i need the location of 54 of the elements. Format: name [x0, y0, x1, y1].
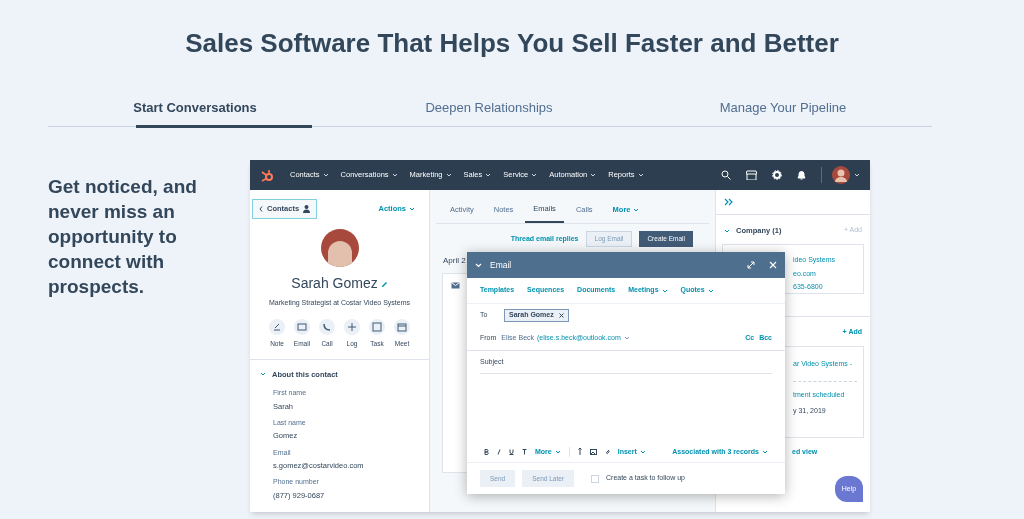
pencil-icon[interactable] [380, 280, 388, 287]
caret-icon [391, 173, 398, 177]
caret-icon [590, 173, 597, 177]
plus-icon [344, 319, 360, 335]
contact-avatar [320, 229, 359, 267]
caret-icon [554, 449, 561, 454]
caret-icon [623, 336, 630, 341]
phone-icon [319, 319, 335, 335]
italic-icon[interactable] [497, 448, 501, 455]
page-heading: Sales Software That Helps You Sell Faster and Better [184, 27, 840, 60]
caret-icon [661, 288, 668, 293]
chevron-left-icon [259, 206, 263, 212]
date-heading: April 2 [443, 255, 466, 267]
person-icon [303, 205, 311, 213]
underline-icon[interactable] [509, 448, 514, 455]
search-icon[interactable] [721, 170, 731, 180]
clear-format-icon[interactable] [522, 448, 527, 455]
caret-icon [409, 207, 415, 211]
caret-icon [633, 208, 640, 212]
settings-icon[interactable] [772, 170, 782, 180]
bell-icon[interactable] [797, 170, 806, 180]
caret-icon [531, 173, 538, 177]
calendar-icon [394, 319, 410, 335]
envelope-icon [294, 319, 310, 335]
paperclip-icon[interactable] [604, 448, 610, 456]
bold-icon[interactable] [484, 448, 489, 455]
contact-name: Sarah Gomez [291, 274, 378, 293]
caret-icon [445, 173, 452, 177]
window-icon [369, 319, 385, 335]
caret-icon [854, 173, 860, 177]
caret-icon [707, 288, 714, 293]
chevron-icon[interactable] [475, 262, 482, 268]
storefront-icon[interactable] [746, 170, 757, 180]
image-icon[interactable] [589, 448, 597, 455]
expand-icon[interactable] [747, 261, 755, 269]
tab[interactable]: Start Conversations [48, 90, 342, 126]
envelope-icon [451, 282, 460, 289]
follow-up-checkbox[interactable] [591, 474, 599, 483]
caret-icon [485, 173, 492, 177]
text-size-icon[interactable] [577, 448, 582, 456]
tab[interactable]: Manage Your Pipeline [636, 90, 930, 126]
double-chevron-icon[interactable] [724, 198, 734, 206]
caret-icon [637, 173, 644, 177]
caret-icon [322, 173, 329, 177]
close-icon[interactable] [769, 261, 777, 269]
intro-text: Get noticed, and never miss an opportunity to connect with prospects. [48, 175, 198, 299]
caret-icon [762, 449, 768, 454]
caret-icon [639, 449, 646, 454]
remove-icon[interactable] [558, 313, 564, 318]
note-icon [269, 319, 285, 335]
compose-title: Email [490, 258, 513, 272]
sprocket-logo-icon [260, 168, 274, 182]
tab[interactable]: Deepen Relationships [342, 90, 636, 126]
avatar-icon[interactable] [832, 166, 850, 184]
